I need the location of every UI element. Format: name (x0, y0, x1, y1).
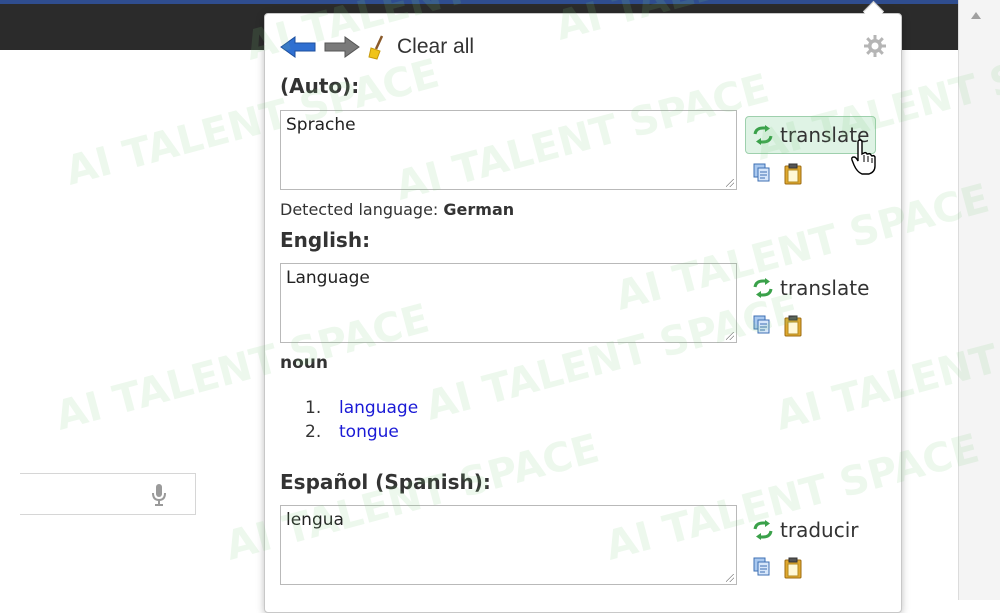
spanish-translate-label: traducir (780, 518, 859, 542)
detected-language-value: German (443, 200, 515, 219)
spanish-copy-paste-row (753, 557, 815, 579)
clear-all-button[interactable]: Clear all (397, 35, 474, 59)
list-item: 2. tongue (305, 420, 418, 444)
english-copy-paste-row (753, 315, 815, 337)
broom-icon[interactable] (367, 34, 387, 60)
resize-grip-icon[interactable] (726, 574, 734, 582)
source-text: Sprache (286, 115, 356, 135)
copy-icon[interactable] (753, 315, 771, 335)
meanings-list: 1. language 2. tongue (305, 396, 418, 444)
meaning-link[interactable]: tongue (339, 422, 399, 442)
gear-icon[interactable] (863, 34, 887, 58)
meaning-number: 2. (305, 422, 322, 442)
paste-icon[interactable] (783, 315, 803, 337)
source-copy-paste-row (753, 163, 815, 185)
spanish-heading: Español (Spanish): (280, 470, 491, 494)
refresh-icon (753, 125, 773, 145)
microphone-icon[interactable] (152, 483, 166, 507)
english-translate-button[interactable]: translate (745, 269, 876, 307)
back-arrow-icon[interactable] (279, 35, 317, 59)
copy-icon[interactable] (753, 163, 771, 183)
detected-language-prefix: Detected language: (280, 200, 439, 219)
popup-toolbar: Clear all (279, 32, 474, 62)
refresh-icon (753, 278, 773, 298)
forward-arrow-icon[interactable] (323, 35, 361, 59)
scroll-up-arrow-icon[interactable] (971, 12, 981, 19)
source-language-heading: (Auto): (280, 74, 360, 98)
refresh-icon (753, 520, 773, 540)
translator-popup: Clear all (Auto): Sprache translate Dete… (264, 13, 902, 613)
source-text-area[interactable]: Sprache (280, 110, 737, 190)
paste-icon[interactable] (783, 557, 803, 579)
english-heading: English: (280, 228, 371, 252)
list-item: 1. language (305, 396, 418, 420)
hand-cursor-icon (851, 139, 876, 175)
spanish-text: lengua (286, 510, 344, 530)
page-scrollbar[interactable] (958, 0, 1000, 600)
background-search-box[interactable] (20, 473, 196, 515)
resize-grip-icon[interactable] (726, 179, 734, 187)
resize-grip-icon[interactable] (726, 332, 734, 340)
meaning-number: 1. (305, 398, 322, 418)
spanish-translate-button[interactable]: traducir (745, 511, 865, 549)
detected-language-line: Detected language: German (280, 200, 514, 219)
browser-top-strip (0, 0, 958, 4)
english-text-area[interactable]: Language (280, 263, 737, 343)
copy-icon[interactable] (753, 557, 771, 577)
english-translate-label: translate (780, 276, 870, 300)
english-text: Language (286, 268, 370, 288)
meaning-link[interactable]: language (339, 398, 418, 418)
spanish-text-area[interactable]: lengua (280, 505, 737, 585)
part-of-speech-label: noun (280, 353, 328, 373)
paste-icon[interactable] (783, 163, 803, 185)
